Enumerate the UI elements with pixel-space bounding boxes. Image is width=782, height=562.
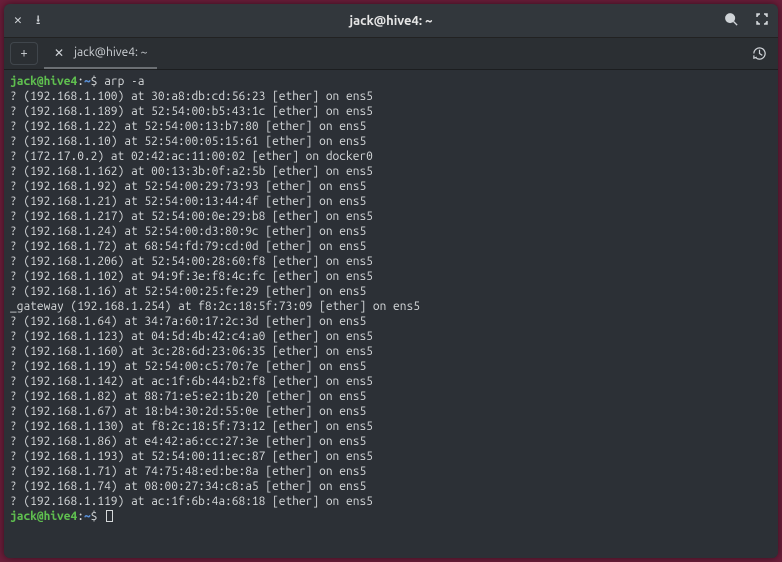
terminal-output[interactable]: jack@hive4:~$ arp -a ? (192.168.1.100) a…: [4, 70, 778, 558]
window-titlebar: ✕ ⭳ jack@hive4: ~: [4, 4, 778, 38]
terminal-window: ✕ ⭳ jack@hive4: ~ + ✕ jack@hive4: ~ jack…: [4, 4, 778, 558]
search-icon[interactable]: [724, 12, 738, 29]
download-icon[interactable]: ⭳: [36, 14, 41, 27]
tab-terminal[interactable]: ✕ jack@hive4: ~: [44, 38, 157, 69]
close-icon[interactable]: ✕: [14, 14, 22, 27]
tab-label: jack@hive4: ~: [74, 46, 147, 59]
plus-icon: +: [20, 47, 27, 60]
tab-close-icon[interactable]: ✕: [54, 46, 64, 60]
window-title: jack@hive4: ~: [114, 14, 668, 28]
tab-bar: + ✕ jack@hive4: ~: [4, 38, 778, 70]
maximize-icon[interactable]: [756, 13, 768, 28]
cursor: [106, 510, 113, 522]
new-tab-button[interactable]: +: [10, 42, 38, 65]
history-icon[interactable]: [740, 38, 778, 69]
